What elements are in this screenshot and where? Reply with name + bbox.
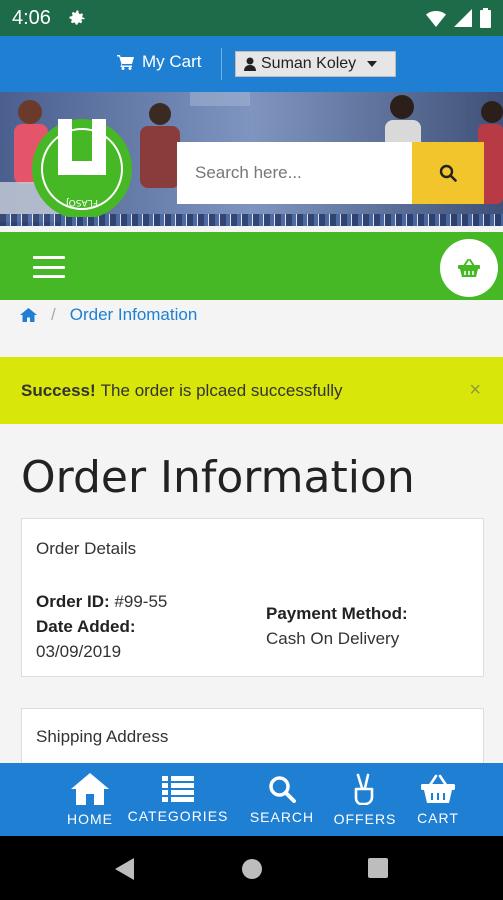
battery-icon	[480, 8, 491, 28]
order-details-card: Order Details Order ID: #99-55 Date Adde…	[21, 518, 484, 677]
system-nav-bar	[0, 836, 503, 900]
status-bar: 4:06	[0, 0, 503, 36]
shipping-address-title: Shipping Address	[36, 727, 169, 746]
bottom-nav: HOME CATEGORIES SEARCH OFFERS CART	[0, 763, 503, 836]
my-cart-label: My Cart	[142, 52, 202, 71]
basket-button[interactable]	[440, 239, 498, 297]
date-added-label-row: Date Added:	[36, 614, 136, 639]
order-id-label: Order ID:	[36, 592, 110, 611]
basket-icon	[458, 259, 480, 277]
search-icon	[269, 775, 296, 803]
nav-search[interactable]: SEARCH	[247, 763, 317, 836]
hamburger-icon[interactable]	[33, 256, 65, 278]
order-details-title: Order Details	[36, 539, 137, 558]
nav-offers-label: OFFERS	[333, 810, 397, 827]
payment-method-label-row: Payment Method:	[266, 601, 408, 626]
payment-method-value-row: Cash On Delivery	[266, 626, 399, 651]
home-icon	[71, 772, 109, 805]
nav-offers[interactable]: OFFERS	[333, 763, 397, 836]
breadcrumb: / Order Infomation	[0, 300, 503, 330]
nav-cart-label: CART	[417, 809, 459, 826]
header-divider	[221, 48, 222, 80]
user-icon	[244, 57, 256, 71]
cart-icon	[117, 54, 134, 70]
nav-search-label: SEARCH	[249, 808, 315, 825]
date-added-value: 03/09/2019	[36, 642, 122, 661]
search-button[interactable]	[412, 142, 484, 204]
alert-strong: Success!	[21, 380, 96, 400]
my-cart-link[interactable]: My Cart	[117, 52, 202, 72]
main-nav-bar	[0, 232, 503, 300]
search-input[interactable]: Search here...	[177, 142, 412, 204]
alert-message: The order is plcaed successfully	[100, 380, 343, 400]
date-added-value-row: 03/09/2019	[36, 639, 121, 664]
nav-home[interactable]: HOME	[59, 763, 121, 836]
signal-icon	[454, 9, 472, 27]
home-button-icon[interactable]	[241, 858, 263, 880]
nav-cart[interactable]: CART	[412, 763, 464, 836]
page-title: Order Information	[21, 452, 415, 503]
date-added-label: Date Added:	[36, 617, 136, 636]
hand-peace-icon	[354, 773, 374, 805]
list-icon	[162, 775, 194, 802]
nav-categories-label: CATEGORIES	[127, 807, 229, 824]
back-icon[interactable]	[115, 858, 135, 880]
top-header: My Cart Suman Koley	[0, 36, 503, 92]
order-id-value: #99-55	[114, 592, 168, 611]
user-menu-button[interactable]: Suman Koley	[235, 51, 396, 77]
payment-method-value: Cash On Delivery	[266, 629, 400, 648]
nav-categories[interactable]: CATEGORIES	[127, 763, 229, 836]
search-placeholder: Search here...	[195, 163, 302, 182]
svg-text:FLASOJ: FLASOJ	[66, 197, 98, 207]
home-icon[interactable]	[20, 308, 37, 322]
gear-icon	[69, 10, 85, 25]
chevron-down-icon	[367, 61, 378, 67]
brand-logo: FLASOJ	[32, 119, 132, 217]
status-time: 4:06	[12, 6, 51, 29]
recents-icon[interactable]	[368, 858, 388, 878]
breadcrumb-current[interactable]: Order Infomation	[70, 305, 198, 325]
nav-home-label: HOME	[67, 810, 113, 827]
close-icon[interactable]: ×	[469, 379, 481, 402]
success-alert: Success! The order is plcaed successfull…	[0, 357, 503, 424]
payment-method-label: Payment Method:	[266, 604, 408, 623]
breadcrumb-separator: /	[51, 305, 56, 324]
order-id-row: Order ID: #99-55	[36, 589, 167, 614]
basket-icon	[421, 774, 455, 803]
search-icon	[439, 164, 457, 182]
user-name: Suman Koley	[261, 55, 357, 72]
wifi-icon	[426, 11, 446, 27]
